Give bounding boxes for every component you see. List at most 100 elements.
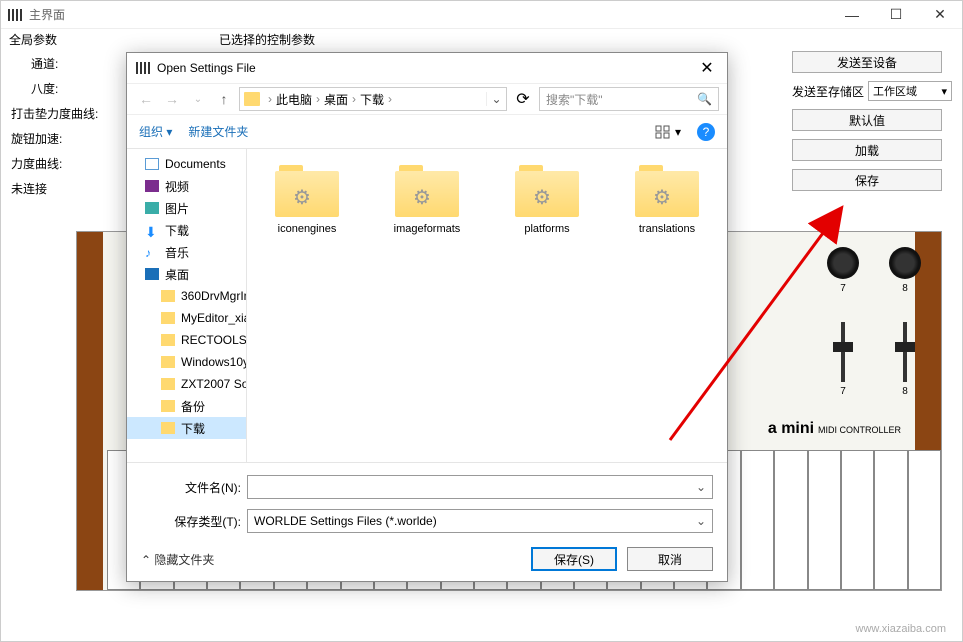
dialog-logo-icon bbox=[135, 61, 151, 75]
gear-icon: ⚙ bbox=[653, 185, 671, 210]
tree-item[interactable]: ZXT2007 Soft bbox=[127, 373, 246, 395]
tree-item-label: RECTOOLS_30 bbox=[181, 333, 246, 347]
selected-params-header: 已选择的控制参数 bbox=[211, 29, 323, 50]
breadcrumb-dropdown[interactable]: ⌄ bbox=[486, 92, 506, 106]
tree-item[interactable]: 图片 bbox=[127, 197, 246, 219]
folder-icon: ⚙ bbox=[635, 165, 699, 217]
music-icon: ♪ bbox=[145, 246, 159, 258]
pic-icon bbox=[145, 202, 159, 214]
slider-8 bbox=[903, 322, 907, 382]
file-area: Documents视频图片⬇下载♪音乐桌面360DrvMgrInMyEditor… bbox=[127, 149, 727, 462]
tree-item-label: 图片 bbox=[165, 200, 189, 217]
tree-item[interactable]: ♪ 音乐 bbox=[127, 241, 246, 263]
hide-folders-toggle[interactable]: ⌃ 隐藏文件夹 bbox=[141, 551, 214, 568]
search-placeholder: 搜索"下载" bbox=[546, 91, 603, 108]
tree-item[interactable]: Documents bbox=[127, 153, 246, 175]
breadcrumb-item[interactable]: 此电脑 bbox=[276, 91, 312, 108]
doc-icon bbox=[145, 158, 159, 170]
tree-item-label: 音乐 bbox=[165, 244, 189, 261]
global-params-header: 全局参数 bbox=[1, 29, 211, 50]
load-button[interactable]: 加载 bbox=[792, 139, 942, 161]
folder-icon bbox=[161, 378, 175, 390]
nav-forward-button[interactable]: → bbox=[161, 88, 183, 110]
file-item[interactable]: ⚙ iconengines bbox=[257, 165, 357, 235]
gear-icon: ⚙ bbox=[413, 185, 431, 210]
dialog-close-button[interactable]: ✕ bbox=[687, 53, 727, 83]
maximize-button[interactable]: ☐ bbox=[874, 1, 918, 29]
tree-item-label: 360DrvMgrIn bbox=[181, 289, 246, 303]
app-logo-icon bbox=[7, 8, 23, 22]
main-titlebar: 主界面 — ☐ ✕ bbox=[1, 1, 962, 29]
dialog-cancel-button[interactable]: 取消 bbox=[627, 547, 713, 571]
filetype-label: 保存类型(T): bbox=[141, 513, 241, 530]
breadcrumb-item[interactable]: 下载 bbox=[360, 91, 384, 108]
desktop-icon bbox=[145, 268, 159, 280]
tree-item[interactable]: 360DrvMgrIn bbox=[127, 285, 246, 307]
folder-icon bbox=[161, 334, 175, 346]
send-to-storage-label: 发送至存储区 bbox=[792, 83, 864, 100]
defaults-button[interactable]: 默认值 bbox=[792, 109, 942, 131]
file-item[interactable]: ⚙platforms bbox=[497, 165, 597, 235]
tree-item[interactable]: Windows10yis bbox=[127, 351, 246, 373]
close-button[interactable]: ✕ bbox=[918, 1, 962, 29]
organize-menu[interactable]: 组织 ▾ bbox=[139, 123, 172, 140]
help-button[interactable]: ? bbox=[697, 123, 715, 141]
refresh-button[interactable]: ⟳ bbox=[511, 87, 535, 111]
tree-item-label: 视频 bbox=[165, 178, 189, 195]
window-controls: — ☐ ✕ bbox=[830, 1, 962, 29]
tree-item-label: Windows10yis bbox=[181, 355, 246, 369]
dialog-save-button[interactable]: 保存(S) bbox=[531, 547, 617, 571]
minimize-button[interactable]: — bbox=[830, 1, 874, 29]
tree-item[interactable]: 下载 bbox=[127, 417, 246, 439]
file-item-label: imageformats bbox=[394, 223, 461, 235]
tree-item[interactable]: 桌面 bbox=[127, 263, 246, 285]
file-item[interactable]: ⚙ imageformats bbox=[377, 165, 477, 235]
filetype-combo[interactable]: WORLDE Settings Files (*.worlde) bbox=[247, 509, 713, 533]
section-headers: 全局参数 已选择的控制参数 bbox=[1, 29, 962, 50]
folder-icon: ⚙ bbox=[395, 165, 459, 217]
file-item-label: iconengines bbox=[278, 223, 337, 235]
save-button[interactable]: 保存 bbox=[792, 169, 942, 191]
tree-item[interactable]: ⬇下载 bbox=[127, 219, 246, 241]
tree-item-label: ZXT2007 Soft bbox=[181, 377, 246, 391]
folder-icon: ⚙ bbox=[515, 165, 579, 217]
folder-icon: ⚙ bbox=[275, 165, 339, 217]
view-options-button[interactable]: ▾ bbox=[655, 125, 681, 139]
dialog-titlebar: Open Settings File ✕ bbox=[127, 53, 727, 83]
breadcrumb-item[interactable]: 桌面 bbox=[324, 91, 348, 108]
file-grid: ⚙iconengines⚙imageformats⚙platforms⚙tran… bbox=[247, 149, 727, 462]
filename-input[interactable] bbox=[247, 475, 713, 499]
watermark: www.xiazaiba.com bbox=[856, 623, 946, 635]
file-item[interactable]: ⚙ translations bbox=[617, 165, 717, 235]
tree-item-label: 备份 bbox=[181, 398, 205, 415]
folder-icon bbox=[161, 422, 175, 434]
gear-icon: ⚙ bbox=[533, 185, 551, 210]
dialog-nav-row: ← → ⌄ ↑ › 此电脑 › 桌面 › 下载 › ⌄ ⟳ 搜索"下载" 🔍 bbox=[127, 83, 727, 115]
storage-area-combo[interactable]: 工作区域 ▾ bbox=[868, 81, 952, 101]
nav-back-button[interactable]: ← bbox=[135, 88, 157, 110]
folder-icon bbox=[161, 400, 175, 412]
down-icon: ⬇ bbox=[145, 224, 159, 236]
folder-icon bbox=[161, 290, 175, 302]
new-folder-button[interactable]: 新建文件夹 bbox=[188, 123, 248, 140]
folder-icon bbox=[161, 312, 175, 324]
folder-tree: Documents视频图片⬇下载♪音乐桌面360DrvMgrInMyEditor… bbox=[127, 149, 247, 462]
folder-icon bbox=[244, 92, 260, 106]
search-input[interactable]: 搜索"下载" 🔍 bbox=[539, 87, 719, 111]
tree-item[interactable]: 备份 bbox=[127, 395, 246, 417]
right-panel: 发送至设备 发送至存储区 工作区域 ▾ 默认值 加载 保存 bbox=[792, 51, 952, 199]
device-brand-label: a mini MIDI CONTROLLER bbox=[768, 420, 901, 438]
tree-item[interactable]: 视频 bbox=[127, 175, 246, 197]
tree-item[interactable]: MyEditor_xiaz bbox=[127, 307, 246, 329]
nav-recent-dropdown[interactable]: ⌄ bbox=[187, 88, 209, 110]
file-item-label: translations bbox=[639, 223, 695, 235]
dialog-toolbar: 组织 ▾ 新建文件夹 ▾ ? bbox=[127, 115, 727, 149]
video-icon bbox=[145, 180, 159, 192]
dialog-title: Open Settings File bbox=[157, 61, 256, 75]
send-to-device-button[interactable]: 发送至设备 bbox=[792, 51, 942, 73]
breadcrumb[interactable]: › 此电脑 › 桌面 › 下载 › ⌄ bbox=[239, 87, 507, 111]
folder-icon bbox=[161, 356, 175, 368]
nav-up-button[interactable]: ↑ bbox=[213, 88, 235, 110]
save-file-dialog: Open Settings File ✕ ← → ⌄ ↑ › 此电脑 › 桌面 … bbox=[126, 52, 728, 582]
tree-item[interactable]: RECTOOLS_30 bbox=[127, 329, 246, 351]
